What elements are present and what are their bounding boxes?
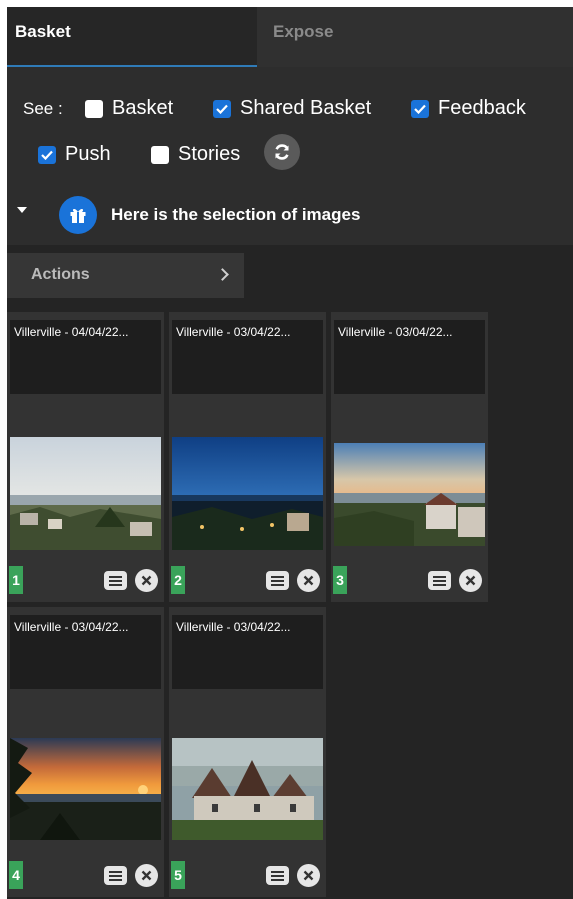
image-number-badge: 1 xyxy=(9,566,23,594)
image-card[interactable]: Villerville - 03/04/22... 4 xyxy=(7,607,164,897)
refresh-icon xyxy=(275,144,289,160)
checkbox-box[interactable] xyxy=(213,99,231,118)
image-number-badge: 2 xyxy=(171,566,185,594)
image-card[interactable]: Villerville - 03/04/22... 5 xyxy=(169,607,326,897)
basket-panel: Basket Expose See : Basket Shared Basket… xyxy=(7,7,573,899)
filter-basket-label: Basket xyxy=(112,97,174,119)
filter-shared-basket-checkbox[interactable]: Shared Basket xyxy=(213,97,371,120)
image-title: Villerville - 03/04/22... xyxy=(172,320,323,394)
filter-stories-checkbox[interactable]: Stories xyxy=(151,143,240,166)
image-title: Villerville - 03/04/22... xyxy=(10,615,161,689)
tab-basket[interactable]: Basket xyxy=(7,7,257,67)
selection-title: Here is the selection of images xyxy=(111,205,361,224)
details-list-icon[interactable] xyxy=(266,866,289,885)
image-number-badge: 5 xyxy=(171,861,185,889)
collapse-caret-icon[interactable] xyxy=(17,207,27,213)
image-thumbnail[interactable] xyxy=(334,443,485,546)
image-number-badge: 4 xyxy=(9,861,23,889)
see-label: See : xyxy=(23,99,63,118)
tab-bar: Basket Expose xyxy=(7,7,573,67)
remove-close-icon[interactable] xyxy=(135,569,158,592)
image-number-badge: 3 xyxy=(333,566,347,594)
image-thumbnail[interactable] xyxy=(172,437,323,550)
details-list-icon[interactable] xyxy=(104,571,127,590)
filter-section: See : Basket Shared Basket Feedback Push… xyxy=(7,67,573,177)
chevron-right-icon xyxy=(216,268,229,281)
checkbox-box[interactable] xyxy=(38,145,56,164)
checkbox-box[interactable] xyxy=(151,145,169,164)
details-list-icon[interactable] xyxy=(428,571,451,590)
checkbox-box[interactable] xyxy=(411,99,429,118)
filter-stories-label: Stories xyxy=(178,143,241,165)
remove-close-icon[interactable] xyxy=(459,569,482,592)
remove-close-icon[interactable] xyxy=(297,569,320,592)
image-grid-area: Actions Villerville - 04/04/22... 1 Vill… xyxy=(7,245,573,899)
image-card[interactable]: Villerville - 03/04/22... 3 xyxy=(331,312,488,602)
filter-push-checkbox[interactable]: Push xyxy=(38,143,111,166)
image-title: Villerville - 04/04/22... xyxy=(10,320,161,394)
image-card[interactable]: Villerville - 04/04/22... 1 xyxy=(7,312,164,602)
refresh-button[interactable] xyxy=(264,134,300,170)
remove-close-icon[interactable] xyxy=(297,864,320,887)
image-title: Villerville - 03/04/22... xyxy=(172,615,323,689)
remove-close-icon[interactable] xyxy=(135,864,158,887)
image-title: Villerville - 03/04/22... xyxy=(334,320,485,394)
filter-shared-basket-label: Shared Basket xyxy=(240,97,372,119)
actions-button[interactable]: Actions xyxy=(7,253,244,298)
checkbox-box[interactable] xyxy=(85,99,103,118)
image-thumbnail[interactable] xyxy=(10,738,161,840)
tab-expose[interactable]: Expose xyxy=(257,7,573,67)
gift-icon xyxy=(59,196,97,234)
image-card[interactable]: Villerville - 03/04/22... 2 xyxy=(169,312,326,602)
details-list-icon[interactable] xyxy=(266,571,289,590)
filter-feedback-checkbox[interactable]: Feedback xyxy=(411,97,526,120)
selection-header: Here is the selection of images xyxy=(7,177,573,245)
details-list-icon[interactable] xyxy=(104,866,127,885)
image-thumbnail[interactable] xyxy=(10,437,161,550)
actions-label: Actions xyxy=(31,266,90,283)
filter-basket-checkbox[interactable]: Basket xyxy=(85,97,173,120)
image-thumbnail[interactable] xyxy=(172,738,323,840)
filter-feedback-label: Feedback xyxy=(438,97,526,119)
filter-push-label: Push xyxy=(65,143,111,165)
